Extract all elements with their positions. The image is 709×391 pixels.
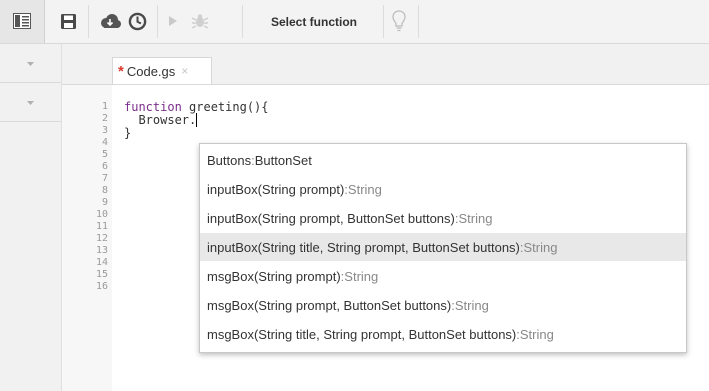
cloud-button[interactable] <box>97 7 123 35</box>
item-name: inputBox(String title, String prompt, Bu… <box>207 239 520 255</box>
select-function-label: Select function <box>270 15 357 29</box>
autocomplete-item[interactable]: msgBox(String prompt) : String <box>200 262 686 290</box>
autocomplete-item[interactable]: inputBox(String prompt, ButtonSet button… <box>200 204 686 232</box>
code-line: function greeting(){ <box>124 100 269 114</box>
line-number: 7 <box>101 173 108 184</box>
tab-bar: * Code.gs × <box>62 44 709 85</box>
line-number: 5 <box>101 149 108 160</box>
line-number: 13 <box>95 245 108 256</box>
run-play-icon <box>168 15 178 27</box>
item-name: msgBox(String prompt) <box>207 268 341 284</box>
lightbulb-button[interactable] <box>388 7 410 35</box>
autocomplete-item[interactable]: msgBox(String prompt, ButtonSet buttons)… <box>200 291 686 319</box>
item-type: String <box>519 326 554 342</box>
file-list-toggle[interactable] <box>0 83 61 122</box>
item-type: String <box>344 268 379 284</box>
item-type: String <box>523 239 558 255</box>
line-number: 16 <box>95 281 108 292</box>
item-name: Buttons <box>207 152 252 168</box>
autocomplete-popup: Buttons : ButtonSet inputBox(String prom… <box>199 143 687 353</box>
line-number: 2 <box>101 113 108 124</box>
autocomplete-item-selected[interactable]: inputBox(String title, String prompt, Bu… <box>200 233 686 261</box>
chevron-down-icon <box>27 97 34 108</box>
line-number: 12 <box>95 233 108 244</box>
code-text: } <box>124 126 132 140</box>
triggers-button[interactable] <box>125 7 149 35</box>
line-number: 10 <box>95 209 108 220</box>
lightbulb-icon <box>392 10 406 32</box>
line-number: 11 <box>95 221 108 232</box>
line-number-gutter: 1 2 3 4 5 6 7 8 9 10 11 12 13 14 15 16 <box>62 85 112 391</box>
autocomplete-item[interactable]: Buttons : ButtonSet <box>200 146 686 174</box>
select-function-dropdown[interactable]: Select function <box>252 10 376 34</box>
line-number: 15 <box>95 269 108 280</box>
modified-marker: * <box>118 62 124 80</box>
save-icon <box>60 13 76 29</box>
tab-code-gs[interactable]: * Code.gs × <box>112 57 212 84</box>
line-number: 1 <box>101 101 108 112</box>
chevron-down-icon <box>27 58 34 69</box>
toolbar: Select function <box>0 0 709 44</box>
item-type: String <box>347 181 382 197</box>
line-number: 4 <box>101 137 108 148</box>
item-name: msgBox(String prompt, ButtonSet buttons) <box>207 297 452 313</box>
keyword: function <box>124 100 182 114</box>
collapse-toggle[interactable] <box>0 44 61 83</box>
debug-bug-icon <box>191 12 209 30</box>
line-number: 6 <box>101 161 108 172</box>
line-number: 9 <box>101 197 108 208</box>
close-icon[interactable]: × <box>181 64 188 78</box>
outline-icon <box>13 13 31 34</box>
run-button[interactable] <box>162 7 184 35</box>
debug-button[interactable] <box>187 7 213 35</box>
item-type: ButtonSet <box>254 152 312 168</box>
text-cursor <box>196 113 198 127</box>
outline-toggle-button[interactable] <box>0 0 45 43</box>
code-line: Browser. <box>124 113 198 127</box>
left-pane <box>0 44 62 391</box>
tab-label: Code.gs <box>126 63 176 79</box>
item-type: String <box>458 210 493 226</box>
line-number: 14 <box>95 257 108 268</box>
cloud-icon <box>99 13 121 29</box>
code-line: } <box>124 126 131 140</box>
item-name: inputBox(String prompt) <box>207 181 345 197</box>
code-text: Browser. <box>124 113 197 127</box>
item-type: String <box>454 297 489 313</box>
item-name: msgBox(String title, String prompt, Butt… <box>207 326 517 342</box>
autocomplete-item[interactable]: msgBox(String title, String prompt, Butt… <box>200 320 686 348</box>
save-button[interactable] <box>57 7 79 35</box>
autocomplete-item[interactable]: inputBox(String prompt) : String <box>200 175 686 203</box>
line-number: 8 <box>101 185 108 196</box>
triggers-clock-icon <box>128 12 147 31</box>
line-number: 3 <box>101 125 108 136</box>
item-name: inputBox(String prompt, ButtonSet button… <box>207 210 455 226</box>
code-text: greeting(){ <box>181 100 269 114</box>
